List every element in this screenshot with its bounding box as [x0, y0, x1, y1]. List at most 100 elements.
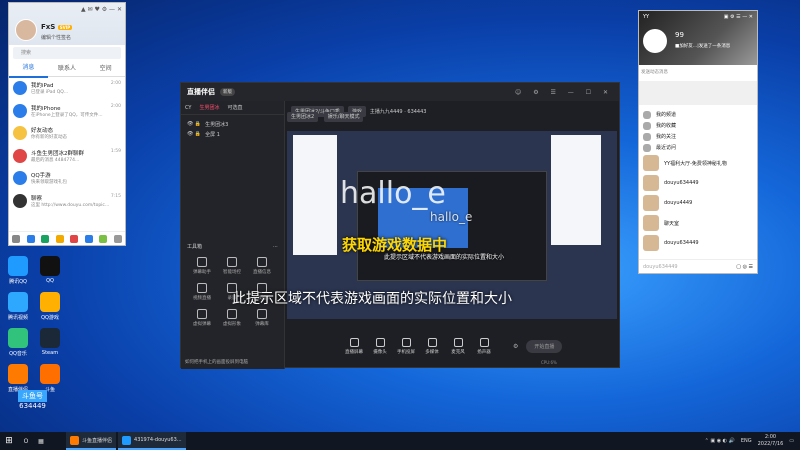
list-item[interactable]: 聊察 这里 http://www.douyu.com/topic... 7:15	[9, 190, 125, 213]
list-item[interactable]: YY福利大厅-免费领神秘礼物	[639, 153, 757, 173]
desktop-icon[interactable]: Steam	[34, 328, 66, 364]
clock[interactable]: 2:00 2022/7/16	[758, 434, 784, 448]
preview-chat-thumb	[551, 135, 601, 245]
list-item[interactable]: 聊天室	[639, 213, 757, 233]
search-input[interactable]: 搜索	[13, 47, 121, 59]
tool-button[interactable]: 弹幕助手	[187, 254, 217, 280]
taskbar-item[interactable]: 斗鱼直播伴侣	[66, 432, 117, 450]
signature[interactable]: 编辑个性签名	[41, 34, 71, 41]
tab-other[interactable]: 可选直	[227, 104, 242, 111]
more-icon[interactable]: ⋯	[273, 244, 278, 250]
list-item[interactable]: 最近访问	[639, 142, 757, 153]
tag-mode[interactable]: 娱乐/聊天模式	[323, 112, 364, 122]
list-item[interactable]: 我的iPhone 在iPhone上登录了QQ，可传文件... 2:00	[9, 100, 125, 123]
start-live-button[interactable]: 开始直播	[526, 339, 563, 353]
taskbar-item[interactable]: 431974-douyu63...	[118, 432, 186, 450]
desktop-icon[interactable]: 腾讯QQ	[2, 256, 34, 292]
desktop-icon-label: QQ音乐	[9, 351, 27, 357]
source-button[interactable]: 扬声器	[471, 337, 497, 355]
item-time: 1:59	[110, 148, 121, 154]
tool-button[interactable]: 虚拟弹幕	[187, 306, 217, 332]
scene-item[interactable]: 👁 🔒 全屏 1	[181, 129, 284, 139]
list-item[interactable]: douyu634449	[639, 233, 757, 253]
desktop-icon[interactable]: 腾讯视频	[2, 292, 34, 328]
search-icon[interactable]: O	[18, 438, 34, 445]
tool-label: 视频直播	[193, 296, 211, 301]
app-icon[interactable]	[84, 234, 93, 243]
desktop-icon-label: 腾讯QQ	[9, 279, 27, 285]
list-item[interactable]: 斗鱼生男团冰2群聊群 最后的消息 4484774... 1:59	[9, 145, 125, 168]
source-icon	[375, 337, 385, 347]
app-icon[interactable]	[41, 234, 50, 243]
window-controls[interactable]: ▲ ✉ ♥ ⚙ — ✕	[81, 6, 122, 13]
tab-scene[interactable]: 生男团冰	[199, 104, 219, 111]
item-title: 我的频道	[656, 112, 677, 118]
menu-icon[interactable]	[12, 234, 20, 243]
list-item[interactable]: 我的关注	[639, 131, 757, 142]
toolbox-title: 工具箱	[187, 244, 203, 250]
tab-messages[interactable]: 消息	[9, 60, 48, 78]
qq-header: ▲ ✉ ♥ ⚙ — ✕ FxS SVIP 编辑个性签名	[9, 3, 125, 45]
version-badge[interactable]: 新版	[220, 88, 235, 96]
app-icon[interactable]	[26, 234, 35, 243]
desktop-icon[interactable]: QQ游戏	[34, 292, 66, 328]
task-list: 斗鱼直播伴侣 431974-douyu63...	[66, 432, 188, 450]
tag-room[interactable]: 生男团冰2	[287, 112, 319, 122]
task-label: 斗鱼直播伴侣	[82, 437, 113, 444]
yy-nick: 99	[675, 31, 684, 39]
list-item[interactable]: 我的iPad 已登录 iPad QQ... 2:00	[9, 77, 125, 100]
notification-icon[interactable]: ▭	[789, 438, 794, 444]
list-item[interactable]: douyu4449	[639, 193, 757, 213]
source-button[interactable]: 直播屏幕	[341, 337, 367, 355]
tool-label: 直播信息	[253, 270, 271, 275]
yy-input[interactable]: 发送动态消息	[641, 69, 668, 75]
tab-zone[interactable]: 空间	[86, 61, 125, 77]
app-icon	[122, 435, 132, 445]
desktop-icon[interactable]: QQ音乐	[2, 328, 34, 364]
source-button[interactable]: 多媒体	[419, 337, 445, 355]
tip-link[interactable]: 如何把手机上的画面投屏到电脑	[185, 359, 248, 365]
item-title: 聊天室	[664, 220, 680, 227]
footer-icons[interactable]: ▢ ◎ ☰	[736, 264, 753, 270]
task-view-icon[interactable]: ▦	[34, 438, 48, 445]
language-indicator[interactable]: ENG	[741, 438, 752, 444]
list-item[interactable]: 好友动态 你有新的好友动态	[9, 122, 125, 145]
desktop-icon[interactable]: QQ	[34, 256, 66, 292]
settings-icon[interactable]: ⚙	[513, 343, 518, 350]
list-item[interactable]: 我的频道	[639, 109, 757, 120]
tab-cy[interactable]: CY	[185, 105, 191, 111]
app-icon[interactable]	[70, 234, 79, 243]
source-button[interactable]: 摄像头	[367, 337, 393, 355]
hint-text: 此提示区域不代表游戏画面的实际位置和大小	[232, 291, 512, 307]
tool-button[interactable]: 虚拟形象	[217, 306, 247, 332]
list-item[interactable]: 我的收藏	[639, 120, 757, 131]
source-button[interactable]: 麦克风	[445, 337, 471, 355]
tool-button[interactable]: 智能场控	[217, 254, 247, 280]
tray-icons[interactable]: ⌃ ▣ ◉ ◐ 🔊	[705, 438, 735, 444]
left-panel: CY 生男团冰 可选直 👁 🔒 生男团冰3 👁 🔒 全屏 1 工具箱 ⋯ 弹幕助…	[181, 101, 285, 369]
app-icon[interactable]	[113, 234, 122, 243]
window-controls[interactable]: ☺ ⚙ ☰ — ☐ ✕	[515, 89, 613, 96]
list-item[interactable]: douyu634449	[639, 173, 757, 193]
list-item[interactable]: QQ手游 快来领取游戏礼包	[9, 167, 125, 190]
tool-button[interactable]: 弹幕库	[247, 306, 277, 332]
scene-item[interactable]: 👁 🔒 生男团冰3	[181, 119, 284, 129]
tool-button[interactable]: 视频直播	[187, 280, 217, 306]
source-label: 麦克风	[451, 349, 465, 355]
window-controls[interactable]: ▣ ⚙ ☰ — ✕	[724, 14, 753, 20]
tab-contacts[interactable]: 联系人	[48, 61, 87, 77]
app-icon[interactable]	[55, 234, 64, 243]
hint-small: 此提示区域不代表游戏画面的实际位置和大小	[384, 254, 505, 261]
avatar[interactable]	[15, 19, 37, 41]
windows-start-icon[interactable]: ⊞	[0, 436, 18, 446]
app-icon[interactable]	[99, 234, 108, 243]
tool-button[interactable]: 直播信息	[247, 254, 277, 280]
stats-text: 主播九九4449 · 634443	[369, 108, 427, 115]
yy-tabs[interactable]	[639, 81, 757, 105]
thumb-icon	[643, 155, 659, 171]
avatar[interactable]	[643, 29, 667, 53]
item-title: YY福利大厅-免费领神秘礼物	[664, 160, 727, 167]
source-button[interactable]: 手机投屏	[393, 337, 419, 355]
app-icon	[8, 364, 28, 384]
tool-label: 弹幕助手	[193, 270, 211, 275]
